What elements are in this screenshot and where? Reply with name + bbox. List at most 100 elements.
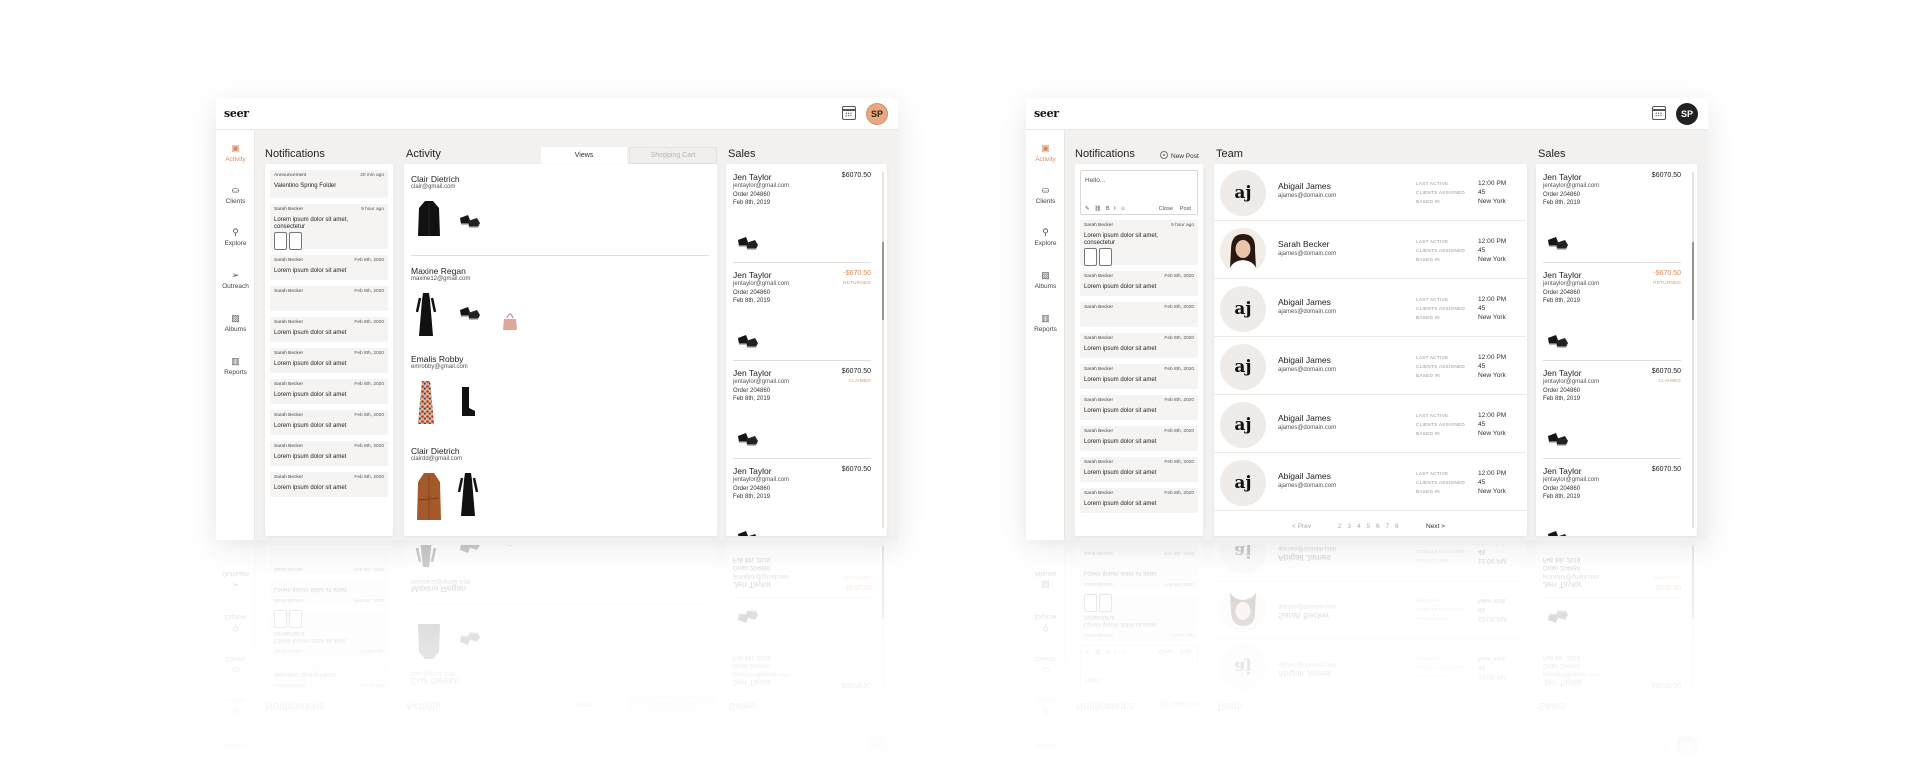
sidebar-item-explore[interactable]: ⚲ Explore — [1026, 228, 1065, 248]
notification-item[interactable]: Sarah Becker Feb 8th, 2020 — [270, 286, 388, 311]
sidebar-item-explore[interactable]: ⚲ Explore — [216, 228, 255, 248]
sidebar-item-albums[interactable]: ▨ Albums — [216, 314, 255, 334]
attachment-thumbnail[interactable] — [1099, 248, 1112, 266]
scrollbar[interactable] — [1692, 172, 1694, 528]
notification-item[interactable]: Sarah Becker Feb 8th, 2020 Lorem ipsum dol… — [270, 348, 388, 373]
new-post-button[interactable]: New Post — [1160, 151, 1199, 160]
pagination-page[interactable]: 4 — [1357, 523, 1361, 530]
pagination-page[interactable]: 6 — [1376, 523, 1380, 530]
calendar-icon[interactable] — [842, 106, 856, 120]
product-black-dress[interactable] — [415, 292, 437, 343]
client-name[interactable]: Maxine Regan — [411, 266, 466, 276]
notification-item[interactable]: Sarah Becker Feb 8th, 2020 Lorem ipsum dol… — [1080, 457, 1198, 482]
sidebar-item-outreach[interactable]: ➢ Outreach — [216, 271, 255, 291]
pagination-page[interactable]: 8 — [1395, 523, 1399, 530]
client-name[interactable]: Clair Dietrich — [411, 174, 460, 184]
customer-name[interactable]: Jen Taylor — [733, 270, 772, 280]
pagination-page[interactable]: 3 — [1348, 523, 1352, 530]
customer-name[interactable]: Jen Taylor — [733, 172, 772, 182]
attachment-thumbnail[interactable] — [274, 232, 287, 250]
tab-views[interactable]: Views — [541, 147, 627, 164]
attachment-thumbnail[interactable] — [289, 232, 302, 250]
user-avatar[interactable]: SP — [1676, 103, 1698, 125]
product-black-boot[interactable] — [458, 386, 476, 423]
notification-item[interactable]: Sarah Becker Feb 8th, 2020 Lorem ipsum dol… — [1080, 395, 1198, 420]
notification-item[interactable]: Sarah Becker Feb 8th, 2020 Lorem ipsum dol… — [270, 410, 388, 435]
product-pink-bag[interactable] — [502, 310, 518, 337]
pagination-page[interactable]: 5 — [1367, 523, 1371, 530]
scrollbar[interactable] — [882, 172, 884, 528]
attachment-thumbnail[interactable] — [1084, 248, 1097, 266]
notification-item[interactable]: Sarah Becker Feb 8th, 2020 Lorem ipsum dol… — [1080, 426, 1198, 451]
product-black-shoes[interactable] — [458, 304, 482, 327]
notification-item[interactable]: Sarah Becker Feb 8th, 2020 Lorem ipsum dol… — [1080, 364, 1198, 389]
product-black-shoes[interactable] — [736, 234, 760, 257]
product-black-dress[interactable] — [457, 472, 479, 523]
notification-item[interactable]: Sarah Becker Feb 8th, 2020 Lorem ipsum dol… — [270, 472, 388, 497]
seer-logo[interactable]: seer — [224, 107, 249, 120]
notification-item[interactable]: Announcement 20 min ago Valentino Spring F… — [270, 170, 388, 198]
pagination-page[interactable]: 2 — [1338, 523, 1342, 530]
team-member-name[interactable]: Abigail James — [1278, 181, 1331, 191]
product-black-shoes[interactable] — [458, 212, 482, 235]
customer-name[interactable]: Jen Taylor — [1543, 466, 1582, 476]
team-member-row[interactable]: aj Abigail James ajames@domain.com LAST ACT… — [1214, 396, 1526, 453]
compose-close-button[interactable]: Close — [1159, 206, 1173, 212]
pagination-page[interactable]: 7 — [1386, 523, 1390, 530]
customer-name[interactable]: Jen Taylor — [1543, 270, 1582, 280]
notification-item[interactable]: Sarah Becker Feb 8th, 2020 Lorem ipsum dol… — [270, 379, 388, 404]
pagination-next[interactable]: Next > — [1426, 523, 1445, 530]
team-member-name[interactable]: Abigail James — [1278, 355, 1331, 365]
customer-name[interactable]: Jen Taylor — [1543, 368, 1582, 378]
team-member-row[interactable]: aj Abigail James ajames@domain.com LAST ACT… — [1214, 338, 1526, 395]
team-member-name[interactable]: Abigail James — [1278, 413, 1331, 423]
team-member-name[interactable]: Abigail James — [1278, 297, 1331, 307]
customer-name[interactable]: Jen Taylor — [733, 466, 772, 476]
notification-item[interactable]: Sarah Becker Feb 8th, 2020 Lorem ipsum dol… — [270, 255, 388, 280]
product-black-shoes[interactable] — [1546, 430, 1570, 453]
pagination-prev[interactable]: < Prev — [1292, 523, 1311, 530]
tab-shopping-cart[interactable]: Shopping Cart — [629, 147, 717, 164]
customer-name[interactable]: Jen Taylor — [1543, 172, 1582, 182]
user-avatar[interactable]: SP — [866, 103, 888, 125]
product-black-coat[interactable] — [416, 200, 442, 243]
scrollbar-thumb[interactable] — [1692, 242, 1694, 320]
team-member-row[interactable]: aj Abigail James ajames@domain.com LAST ACT… — [1214, 164, 1526, 221]
product-black-shoes[interactable] — [1546, 332, 1570, 355]
notification-item[interactable]: Sarah Becker Feb 8th, 2020 Lorem ipsum dol… — [1080, 271, 1198, 296]
team-member-name[interactable]: Sarah Becker — [1278, 239, 1330, 249]
team-member-row[interactable]: aj Abigail James ajames@domain.com LAST ACT… — [1214, 280, 1526, 337]
notification-item[interactable]: Sarah Becker Feb 8th, 2020 Lorem ipsum dol… — [1080, 488, 1198, 513]
sidebar-item-reports[interactable]: ▥ Reports — [216, 357, 255, 377]
sidebar-item-activity[interactable]: ▣ Activity — [216, 144, 255, 164]
sidebar-item-reports[interactable]: ▥ Reports — [1026, 314, 1065, 334]
sidebar-item-clients[interactable]: ⛀ Clients — [216, 186, 255, 206]
product-black-shoes[interactable] — [736, 528, 760, 536]
scrollbar-thumb[interactable] — [882, 242, 884, 320]
sidebar-item-activity[interactable]: ▣ Activity — [1026, 144, 1065, 164]
notification-item[interactable]: Sarah Becker 9 hour ago Lorem ipsum dolor … — [270, 204, 388, 250]
notification-item[interactable]: Sarah Becker Feb 8th, 2020 Lorem ipsum dol… — [270, 441, 388, 466]
product-black-shoes[interactable] — [736, 332, 760, 355]
compose-box[interactable]: Hello... ✎ ⛓ B I ☺ Close Post — [1080, 170, 1198, 215]
compose-toolbar[interactable]: ✎ ⛓ B I ☺ — [1085, 206, 1128, 212]
notification-item[interactable]: Sarah Becker Feb 8th, 2020 Lorem ipsum dol… — [270, 317, 388, 342]
team-member-name[interactable]: Abigail James — [1278, 471, 1331, 481]
notification-item[interactable]: Sarah Becker Feb 8th, 2020 — [1080, 302, 1198, 327]
notification-item[interactable]: Sarah Becker Feb 8th, 2020 Lorem ipsum dol… — [1080, 333, 1198, 358]
team-member-row[interactable]: Sarah Becker ajames@domain.com LAST ACTIVE… — [1214, 222, 1526, 279]
product-black-shoes[interactable] — [1546, 528, 1570, 536]
customer-name[interactable]: Jen Taylor — [733, 368, 772, 378]
sidebar-item-albums[interactable]: ▨ Albums — [1026, 271, 1065, 291]
product-brown-coat[interactable] — [416, 472, 442, 527]
product-black-shoes[interactable] — [1546, 234, 1570, 257]
sidebar-item-clients[interactable]: ⛀ Clients — [1026, 186, 1065, 206]
compose-post-button[interactable]: Post — [1180, 206, 1191, 212]
notification-item[interactable]: Sarah Becker 9 hour ago Lorem ipsum dolor … — [1080, 220, 1198, 266]
seer-logo[interactable]: seer — [1034, 107, 1059, 120]
client-name[interactable]: Clair Dietrich — [411, 446, 460, 456]
team-member-row[interactable]: aj Abigail James ajames@domain.com LAST ACT… — [1214, 454, 1526, 511]
product-black-shoes[interactable] — [736, 430, 760, 453]
product-floral-dress[interactable] — [416, 380, 436, 431]
calendar-icon[interactable] — [1652, 106, 1666, 120]
